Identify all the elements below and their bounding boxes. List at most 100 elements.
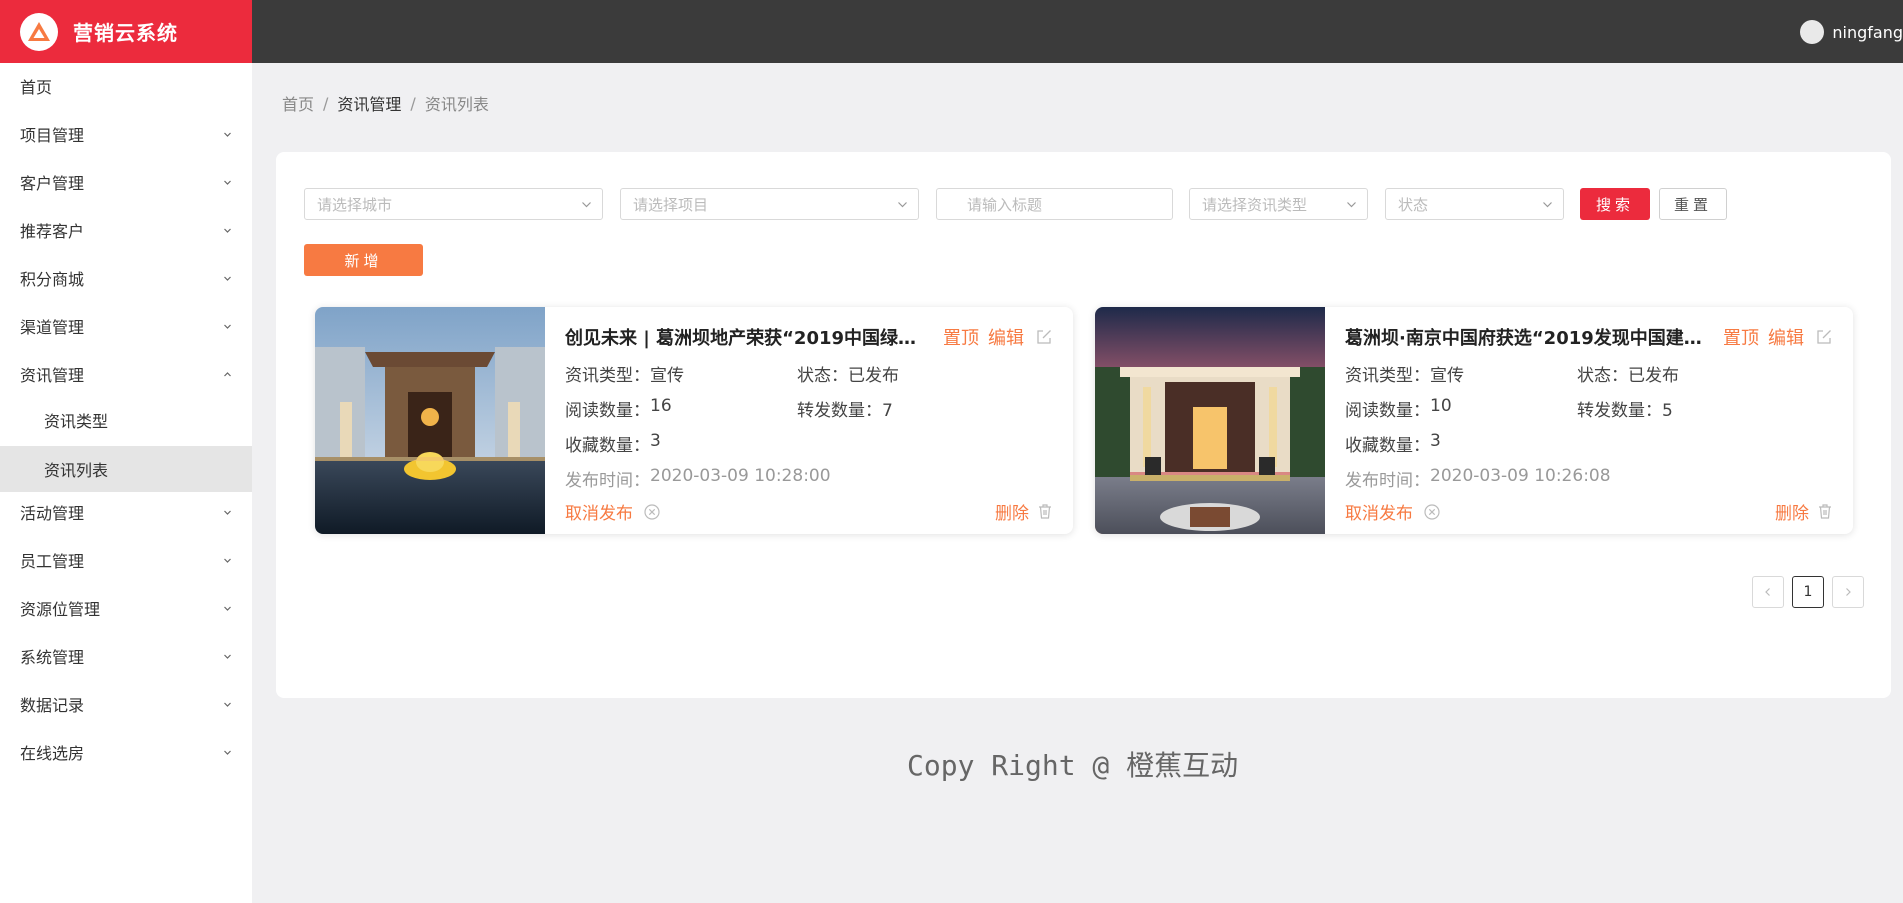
- news-type-select[interactable]: 请选择资讯类型: [1189, 188, 1368, 220]
- read-count-value: 10: [1430, 396, 1452, 416]
- read-count-value: 16: [650, 396, 672, 416]
- breadcrumb-section[interactable]: 资讯管理: [337, 91, 401, 115]
- pin-top-button[interactable]: 置顶: [1723, 324, 1759, 350]
- status-label: 状态：: [797, 366, 848, 386]
- sidebar-item-activities[interactable]: 活动管理: [0, 489, 252, 535]
- status-select-placeholder: 状态: [1398, 195, 1429, 214]
- publish-time-label: 发布时间：: [565, 471, 650, 491]
- share-count-value: 7: [882, 401, 893, 421]
- trash-icon: [1039, 504, 1051, 519]
- chevron-down-icon: [223, 226, 232, 235]
- sidebar-item-news-types[interactable]: 资讯类型: [0, 397, 252, 443]
- delete-label: 删除: [1775, 504, 1809, 524]
- sidebar-item-news[interactable]: 资讯管理: [0, 351, 252, 397]
- copyright-footer: Copy Right @ 橙蕉互动: [907, 749, 1239, 782]
- unpublish-label: 取消发布: [565, 504, 633, 524]
- sidebar-item-referrals[interactable]: 推荐客户: [0, 207, 252, 253]
- sidebar-item-label: 首页: [20, 78, 53, 97]
- trash-icon: [1819, 504, 1831, 519]
- share-count-label: 转发数量：: [797, 401, 882, 421]
- close-circle-icon: [644, 503, 660, 520]
- brand-bar: 营销云系统: [0, 0, 252, 63]
- close-circle-icon: [1424, 503, 1440, 520]
- avatar[interactable]: [1800, 20, 1825, 44]
- user-name[interactable]: ningfang: [1832, 23, 1903, 42]
- sidebar-item-label: 资讯管理: [20, 366, 85, 385]
- news-type-select-placeholder: 请选择资讯类型: [1202, 195, 1308, 214]
- chevron-down-icon: [223, 604, 232, 613]
- type-value: 宣传: [1430, 366, 1464, 386]
- next-page-button[interactable]: [1832, 576, 1864, 608]
- sidebar-item-news-list[interactable]: 资讯列表: [0, 446, 252, 492]
- status-value: 已发布: [1628, 366, 1679, 386]
- project-select[interactable]: 请选择项目: [620, 188, 919, 220]
- news-card: 创见未来 | 葛洲坝地产荣获“2019中国绿色地产” 置顶 编辑 资讯类型： 宣传…: [315, 307, 1073, 534]
- edit-icon[interactable]: [1035, 328, 1053, 346]
- chevron-down-icon: [223, 508, 232, 517]
- chevron-down-icon: [223, 178, 232, 187]
- info-row: 收藏数量： 3: [1345, 431, 1441, 456]
- read-count-label: 阅读数量：: [565, 401, 650, 421]
- city-select[interactable]: 请选择城市: [304, 188, 603, 220]
- sidebar-item-customers[interactable]: 客户管理: [0, 159, 252, 205]
- city-select-placeholder: 请选择城市: [317, 195, 393, 214]
- news-title: 创见未来 | 葛洲坝地产荣获“2019中国绿色地产”: [565, 328, 925, 349]
- unpublish-label: 取消发布: [1345, 504, 1413, 524]
- sidebar-item-resource-slots[interactable]: 资源位管理: [0, 585, 252, 631]
- chevron-down-icon: [897, 199, 908, 210]
- type-label: 资讯类型：: [565, 366, 650, 386]
- sidebar-item-online-housing[interactable]: 在线选房: [0, 729, 252, 775]
- sidebar-item-projects[interactable]: 项目管理: [0, 111, 252, 157]
- pin-top-button[interactable]: 置顶: [943, 324, 979, 350]
- publish-time-value: 2020-03-09 10:26:08: [1430, 466, 1611, 486]
- info-row: 资讯类型： 宣传 状态：已发布: [565, 361, 899, 386]
- publish-time-row: 发布时间： 2020-03-09 10:28:00: [565, 466, 831, 491]
- chevron-down-icon: [1346, 199, 1357, 210]
- publish-time-value: 2020-03-09 10:28:00: [650, 466, 831, 486]
- user-menu[interactable]: ningfang: [1800, 20, 1903, 44]
- info-row: 资讯类型： 宣传 状态：已发布: [1345, 361, 1679, 386]
- logo-icon: [20, 12, 58, 51]
- card-actions: 置顶 编辑: [934, 324, 1053, 350]
- favorite-count-label: 收藏数量：: [1345, 436, 1430, 456]
- sidebar-item-label: 资源位管理: [20, 600, 101, 619]
- sidebar-item-data-records[interactable]: 数据记录: [0, 681, 252, 727]
- sidebar-item-label: 数据记录: [20, 696, 85, 715]
- breadcrumb-separator: /: [410, 93, 416, 113]
- share-count-label: 转发数量：: [1577, 401, 1662, 421]
- sidebar-item-staff[interactable]: 员工管理: [0, 537, 252, 583]
- edit-button[interactable]: 编辑: [988, 324, 1024, 350]
- sidebar-item-points-mall[interactable]: 积分商城: [0, 255, 252, 301]
- chevron-down-icon: [223, 322, 232, 331]
- chevron-up-icon: [223, 370, 232, 379]
- unpublish-button[interactable]: 取消发布: [565, 499, 661, 524]
- info-row: 收藏数量： 3: [565, 431, 661, 456]
- sidebar-item-label: 资讯类型: [44, 412, 109, 431]
- unpublish-button[interactable]: 取消发布: [1345, 499, 1441, 524]
- delete-button[interactable]: 删除: [1775, 499, 1833, 524]
- title-input-placeholder: 请输入标题: [967, 195, 1043, 214]
- edit-button[interactable]: 编辑: [1768, 324, 1804, 350]
- status-select[interactable]: 状态: [1385, 188, 1564, 220]
- edit-icon[interactable]: [1815, 328, 1833, 346]
- reset-button[interactable]: 重置: [1659, 188, 1727, 220]
- news-title: 葛洲坝·南京中国府获选“2019发现中国建筑”: [1345, 328, 1705, 349]
- sidebar-item-channels[interactable]: 渠道管理: [0, 303, 252, 349]
- prev-page-button[interactable]: [1752, 576, 1784, 608]
- add-button[interactable]: 新增: [304, 244, 423, 276]
- info-row: 阅读数量： 10 转发数量：5: [1345, 396, 1673, 421]
- chevron-down-icon: [223, 748, 232, 757]
- sidebar-item-system[interactable]: 系统管理: [0, 633, 252, 679]
- sidebar: 首页 项目管理 客户管理 推荐客户 积分商城 渠道管理 资讯管理 资讯类型 资讯…: [0, 63, 252, 903]
- page-number[interactable]: 1: [1792, 576, 1824, 608]
- title-input[interactable]: 请输入标题: [936, 188, 1173, 220]
- chevron-down-icon: [223, 130, 232, 139]
- top-bar: ningfang: [252, 0, 1903, 63]
- delete-label: 删除: [995, 504, 1029, 524]
- sidebar-item-home[interactable]: 首页: [0, 63, 252, 109]
- breadcrumb-home[interactable]: 首页: [282, 91, 314, 115]
- sidebar-item-label: 渠道管理: [20, 318, 85, 337]
- delete-button[interactable]: 删除: [995, 499, 1053, 524]
- favorite-count-value: 3: [1430, 431, 1441, 451]
- search-button[interactable]: 搜索: [1580, 188, 1650, 220]
